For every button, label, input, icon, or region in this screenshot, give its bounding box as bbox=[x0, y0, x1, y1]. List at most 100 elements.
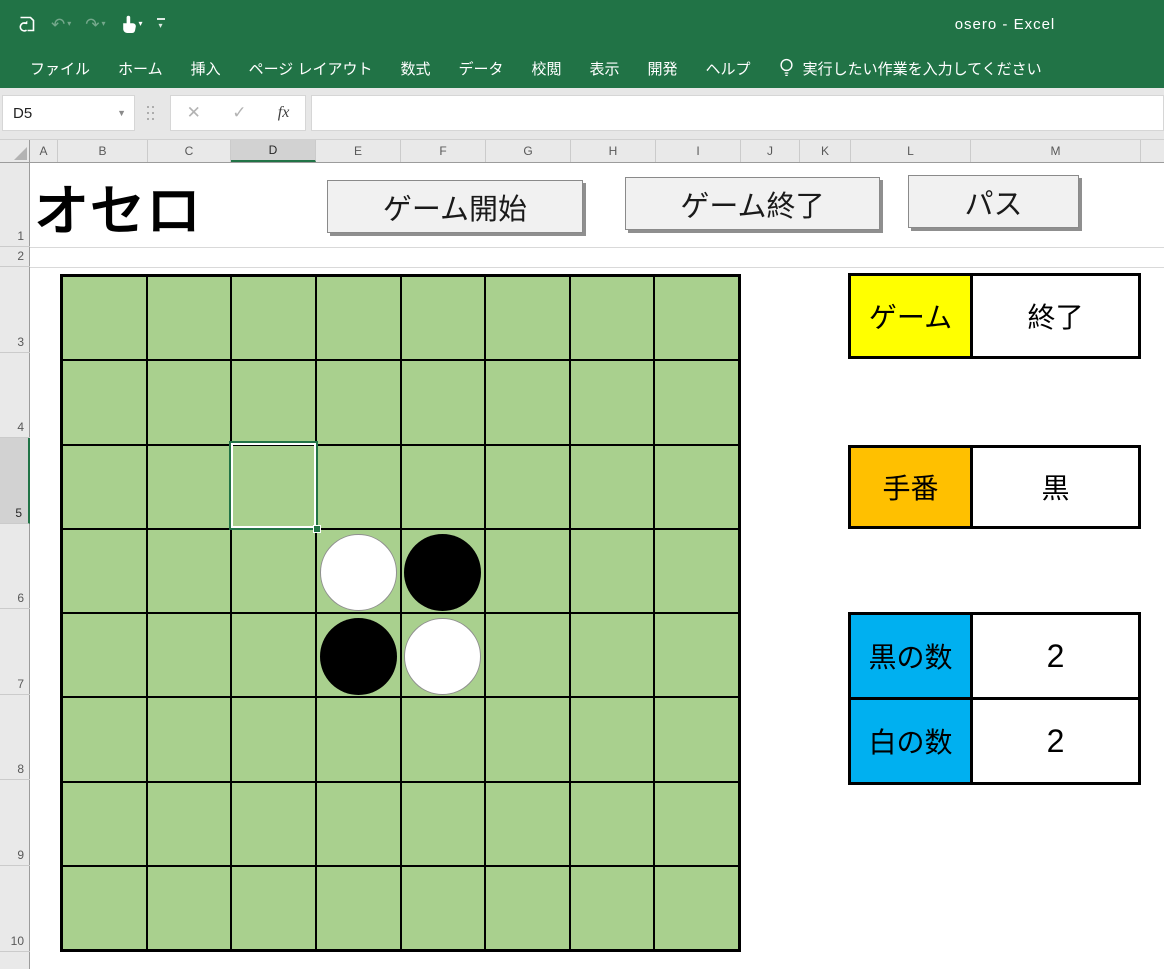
board-cell-G8[interactable] bbox=[486, 698, 569, 780]
ribbon-tab-0[interactable]: ファイル bbox=[16, 50, 104, 87]
board-cell-B6[interactable] bbox=[63, 530, 146, 612]
board-cell-I4[interactable] bbox=[655, 361, 738, 443]
board-cell-H4[interactable] bbox=[571, 361, 654, 443]
column-header-H[interactable]: H bbox=[571, 140, 656, 162]
board-cell-H3[interactable] bbox=[571, 277, 654, 359]
ribbon-tab-1[interactable]: ホーム bbox=[104, 50, 177, 87]
column-header-E[interactable]: E bbox=[316, 140, 401, 162]
insert-function-icon[interactable]: fx bbox=[278, 104, 290, 122]
board-cell-H5[interactable] bbox=[571, 446, 654, 528]
row-header-1[interactable]: 1 bbox=[0, 163, 30, 247]
ribbon-tab-7[interactable]: 表示 bbox=[576, 50, 634, 87]
row-header-10[interactable]: 10 bbox=[0, 866, 30, 952]
select-all-corner[interactable] bbox=[0, 140, 30, 162]
column-header-F[interactable]: F bbox=[401, 140, 486, 162]
cancel-icon[interactable]: ✕ bbox=[187, 103, 201, 123]
game-start-button[interactable]: ゲーム開始 bbox=[327, 180, 583, 233]
board-cell-B4[interactable] bbox=[63, 361, 146, 443]
board-cell-I3[interactable] bbox=[655, 277, 738, 359]
column-header-A[interactable]: A bbox=[30, 140, 58, 162]
board-cell-H9[interactable] bbox=[571, 783, 654, 865]
board-cell-D9[interactable] bbox=[232, 783, 315, 865]
board-cell-G4[interactable] bbox=[486, 361, 569, 443]
board-cell-F9[interactable] bbox=[402, 783, 485, 865]
column-header-L[interactable]: L bbox=[851, 140, 971, 162]
board-cell-E3[interactable] bbox=[317, 277, 400, 359]
board-cell-I7[interactable] bbox=[655, 614, 738, 696]
row-header-9[interactable]: 9 bbox=[0, 780, 30, 866]
row-header-6[interactable]: 6 bbox=[0, 524, 30, 609]
formula-bar-resize-handle[interactable] bbox=[147, 106, 155, 122]
board-cell-G10[interactable] bbox=[486, 867, 569, 949]
row-header-8[interactable]: 8 bbox=[0, 695, 30, 780]
enter-icon[interactable]: ✓ bbox=[232, 103, 246, 123]
column-header-B[interactable]: B bbox=[58, 140, 148, 162]
name-box[interactable]: D5 ▼ bbox=[2, 95, 135, 131]
board-cell-B5[interactable] bbox=[63, 446, 146, 528]
board-cell-F8[interactable] bbox=[402, 698, 485, 780]
row-header-4[interactable]: 4 bbox=[0, 353, 30, 438]
column-header-K[interactable]: K bbox=[800, 140, 851, 162]
column-header-C[interactable]: C bbox=[148, 140, 231, 162]
board-cell-B8[interactable] bbox=[63, 698, 146, 780]
board-cell-C5[interactable] bbox=[148, 446, 231, 528]
board-cell-D10[interactable] bbox=[232, 867, 315, 949]
ribbon-tab-4[interactable]: 数式 bbox=[386, 50, 444, 87]
redo-icon[interactable]: ↷▾ bbox=[85, 16, 105, 33]
board-cell-E10[interactable] bbox=[317, 867, 400, 949]
board-cell-C6[interactable] bbox=[148, 530, 231, 612]
ribbon-tab-8[interactable]: 開発 bbox=[634, 50, 692, 87]
board-cell-D5[interactable] bbox=[232, 446, 315, 528]
board-cell-C8[interactable] bbox=[148, 698, 231, 780]
board-cell-I8[interactable] bbox=[655, 698, 738, 780]
column-header-I[interactable]: I bbox=[656, 140, 741, 162]
board-cell-E4[interactable] bbox=[317, 361, 400, 443]
pass-button[interactable]: パス bbox=[908, 175, 1079, 228]
board-cell-F5[interactable] bbox=[402, 446, 485, 528]
board-cell-B10[interactable] bbox=[63, 867, 146, 949]
row-header-7[interactable]: 7 bbox=[0, 609, 30, 695]
game-end-button[interactable]: ゲーム終了 bbox=[625, 177, 880, 230]
board-cell-C3[interactable] bbox=[148, 277, 231, 359]
touch-mouse-mode-icon[interactable]: ▾ bbox=[120, 15, 143, 34]
ribbon-tab-3[interactable]: ページ レイアウト bbox=[235, 50, 387, 87]
board-cell-F4[interactable] bbox=[402, 361, 485, 443]
board-cell-D8[interactable] bbox=[232, 698, 315, 780]
board-cell-H7[interactable] bbox=[571, 614, 654, 696]
board-cell-G6[interactable] bbox=[486, 530, 569, 612]
board-cell-G5[interactable] bbox=[486, 446, 569, 528]
ribbon-tab-5[interactable]: データ bbox=[444, 50, 517, 87]
board-cell-D4[interactable] bbox=[232, 361, 315, 443]
board-cell-C10[interactable] bbox=[148, 867, 231, 949]
board-cell-D7[interactable] bbox=[232, 614, 315, 696]
board-cell-H8[interactable] bbox=[571, 698, 654, 780]
name-box-dropdown-icon[interactable]: ▼ bbox=[117, 108, 134, 118]
board-cell-E8[interactable] bbox=[317, 698, 400, 780]
board-cell-E5[interactable] bbox=[317, 446, 400, 528]
board-cell-F3[interactable] bbox=[402, 277, 485, 359]
board-cell-C4[interactable] bbox=[148, 361, 231, 443]
board-cell-I9[interactable] bbox=[655, 783, 738, 865]
board-cell-G9[interactable] bbox=[486, 783, 569, 865]
column-header-M[interactable]: M bbox=[971, 140, 1141, 162]
board-cell-I6[interactable] bbox=[655, 530, 738, 612]
board-cell-G3[interactable] bbox=[486, 277, 569, 359]
board-cell-C7[interactable] bbox=[148, 614, 231, 696]
ribbon-tab-2[interactable]: 挿入 bbox=[177, 50, 235, 87]
ribbon-tab-9[interactable]: ヘルプ bbox=[692, 50, 765, 87]
board-cell-B9[interactable] bbox=[63, 783, 146, 865]
board-cell-E9[interactable] bbox=[317, 783, 400, 865]
column-header-G[interactable]: G bbox=[486, 140, 571, 162]
undo-icon[interactable]: ↶▾ bbox=[51, 16, 71, 33]
board-cell-D3[interactable] bbox=[232, 277, 315, 359]
board-cell-C9[interactable] bbox=[148, 783, 231, 865]
column-header-D[interactable]: D bbox=[231, 140, 316, 162]
row-header-5[interactable]: 5 bbox=[0, 438, 30, 524]
ribbon-tab-6[interactable]: 校閲 bbox=[518, 50, 576, 87]
board-cell-G7[interactable] bbox=[486, 614, 569, 696]
board-cell-I5[interactable] bbox=[655, 446, 738, 528]
save-icon[interactable] bbox=[18, 15, 37, 34]
column-header-J[interactable]: J bbox=[741, 140, 800, 162]
board-cell-D6[interactable] bbox=[232, 530, 315, 612]
tell-me-box[interactable]: 実行したい作業を入力してください bbox=[779, 58, 1042, 79]
